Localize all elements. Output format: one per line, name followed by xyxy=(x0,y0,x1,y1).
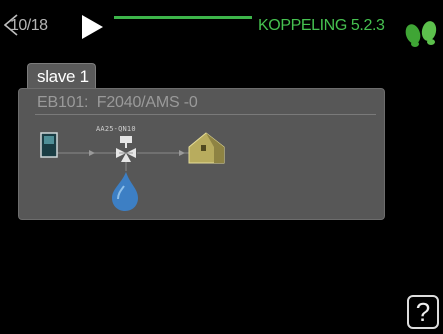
three-way-valve-icon xyxy=(116,136,136,162)
tab-label: slave 1 xyxy=(37,67,89,86)
house-icon xyxy=(188,132,225,164)
water-heater-drop-icon xyxy=(112,172,138,211)
valve-label: AA25-QN10 xyxy=(96,125,136,133)
top-bar: 10/18 KOPPELING 5.2.3 xyxy=(0,0,443,50)
system-diagram xyxy=(40,132,225,211)
next-arrow-icon[interactable] xyxy=(80,14,104,40)
menu-title: KOPPELING 5.2.3 xyxy=(258,17,385,34)
footsteps-icon xyxy=(405,21,437,47)
slave-panel: EB101: F2040/AMS -0 AA25-QN10 xyxy=(18,88,385,220)
help-label: ? xyxy=(415,297,431,327)
page-counter: 10/18 xyxy=(10,17,48,34)
outdoor-unit-icon xyxy=(40,132,58,158)
help-button[interactable]: ? xyxy=(407,295,439,329)
tab-slave-1[interactable]: slave 1 xyxy=(27,63,96,90)
menu-title-line xyxy=(114,16,252,19)
